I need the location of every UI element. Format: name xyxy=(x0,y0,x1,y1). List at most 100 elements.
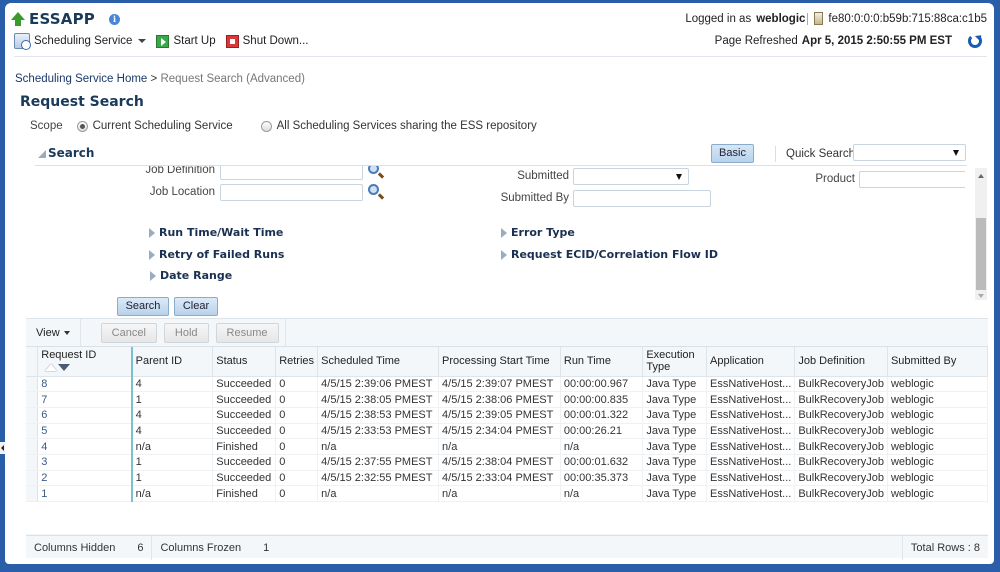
cell-job-definition: BulkRecoveryJob xyxy=(794,470,888,487)
cell-retries: 0 xyxy=(275,376,319,393)
cell-execution-type: Java Type xyxy=(642,470,708,487)
table-row[interactable]: 4 n/a Finished 0 n/a n/a n/a Java Type EssNative… xyxy=(26,438,989,455)
hold-button[interactable]: Hold xyxy=(163,322,209,343)
view-menu[interactable]: View xyxy=(26,319,81,346)
table-row[interactable]: 8 4 Succeeded 0 4/5/15 2:39:06 PMEST 4/5/15 2… xyxy=(26,376,989,393)
search-button[interactable]: Search xyxy=(117,297,169,316)
column-header-status[interactable]: Status xyxy=(212,347,277,377)
cancel-button[interactable]: Cancel xyxy=(100,322,157,343)
run-time-wait-time-toggle[interactable]: Run Time/Wait Time xyxy=(149,226,283,239)
disclosure-label: Error Type xyxy=(511,226,575,239)
scroll-up-icon[interactable] xyxy=(978,174,984,178)
search-panel-toggle[interactable]: Search xyxy=(38,146,94,160)
submitted-by-input[interactable] xyxy=(573,190,711,207)
table-row[interactable]: 6 4 Succeeded 0 4/5/15 2:38:53 PMEST 4/5/15 2… xyxy=(26,407,989,424)
search-icon[interactable] xyxy=(368,184,379,195)
cell-processing-start-time: n/a xyxy=(438,438,561,455)
breadcrumb-home-link[interactable]: Scheduling Service Home xyxy=(15,73,147,85)
cell-parent-id: 1 xyxy=(131,391,214,408)
table-row[interactable]: 1 n/a Finished 0 n/a n/a n/a Java Type EssNative… xyxy=(26,485,989,502)
row-header[interactable] xyxy=(26,454,39,471)
job-location-input[interactable] xyxy=(220,184,363,201)
cell-scheduled-time: 4/5/15 2:39:06 PMEST xyxy=(317,376,440,393)
quick-search-select[interactable] xyxy=(853,144,966,161)
radio-unselected-icon[interactable] xyxy=(260,120,272,132)
form-scrollbar[interactable] xyxy=(975,168,987,300)
column-header-scheduled-time[interactable]: Scheduled Time xyxy=(317,347,440,377)
job-definition-input[interactable] xyxy=(220,166,363,180)
cell-request-id: 4 xyxy=(37,438,133,455)
results-toolbar: View Cancel Hold Resume xyxy=(26,319,988,346)
cell-job-definition: BulkRecoveryJob xyxy=(794,376,888,393)
row-header[interactable] xyxy=(26,423,39,440)
cell-run-time: n/a xyxy=(560,485,644,502)
cell-parent-id: 4 xyxy=(131,407,214,424)
request-ecid-toggle[interactable]: Request ECID/Correlation Flow ID xyxy=(501,248,718,261)
row-header[interactable] xyxy=(26,485,39,502)
cell-request-id: 6 xyxy=(37,407,133,424)
basic-search-button[interactable]: Basic xyxy=(711,144,754,163)
login-info: Logged in as weblogic fe80:0:0:0:b59b:71… xyxy=(685,12,987,25)
error-type-toggle[interactable]: Error Type xyxy=(501,226,575,239)
scope-selector: Scope Current Scheduling Service All Sch… xyxy=(30,120,565,132)
refresh-icon[interactable] xyxy=(968,34,982,48)
product-input[interactable] xyxy=(859,171,965,188)
divider xyxy=(284,319,286,346)
retry-failed-runs-toggle[interactable]: Retry of Failed Runs xyxy=(149,248,284,261)
collapse-triangle-icon xyxy=(38,150,46,158)
username[interactable]: weblogic xyxy=(756,13,805,25)
radio-selected-icon[interactable] xyxy=(76,120,88,132)
view-menu-label: View xyxy=(36,326,60,339)
start-up-button[interactable]: Start Up xyxy=(156,34,216,48)
table-status-bar: Columns Hidden 6 Columns Frozen 1 Total … xyxy=(26,535,988,560)
row-header[interactable] xyxy=(26,376,39,393)
column-header-application[interactable]: Application xyxy=(706,347,796,377)
scroll-down-icon[interactable] xyxy=(978,294,984,298)
column-header-parent-id[interactable]: Parent ID xyxy=(131,347,214,377)
row-header[interactable] xyxy=(26,438,39,455)
search-icon[interactable] xyxy=(368,166,379,174)
scope-all-radio[interactable]: All Scheduling Services sharing the ESS … xyxy=(260,120,537,132)
column-header-processing-start-time[interactable]: Processing Start Time xyxy=(438,347,561,377)
column-header-execution-type[interactable]: Execution Type xyxy=(642,347,708,377)
cell-run-time: 00:00:01.632 xyxy=(560,454,644,471)
row-header[interactable] xyxy=(26,407,39,424)
cell-job-definition: BulkRecoveryJob xyxy=(794,391,888,408)
row-header[interactable] xyxy=(26,470,39,487)
sort-control[interactable] xyxy=(45,363,71,371)
row-header[interactable] xyxy=(26,391,39,408)
table-row[interactable]: 5 4 Succeeded 0 4/5/15 2:33:53 PMEST 4/5/15 2… xyxy=(26,423,989,440)
row-header-corner xyxy=(26,347,39,377)
shut-down-button[interactable]: Shut Down... xyxy=(225,34,308,48)
scope-current-radio[interactable]: Current Scheduling Service xyxy=(76,120,233,132)
column-header-submitted-by[interactable]: Submitted By xyxy=(887,347,989,377)
table-row[interactable]: 7 1 Succeeded 0 4/5/15 2:38:05 PMEST 4/5/15 2… xyxy=(26,391,989,408)
date-range-toggle[interactable]: Date Range xyxy=(150,269,232,282)
cell-run-time: 00:00:00.967 xyxy=(560,376,644,393)
columns-hidden-label: Columns Hidden xyxy=(34,541,116,554)
resume-button[interactable]: Resume xyxy=(215,322,279,343)
cell-request-id: 5 xyxy=(37,423,133,440)
sort-descending-icon[interactable] xyxy=(58,363,71,371)
scheduling-service-menu[interactable]: Scheduling Service xyxy=(14,33,147,50)
cell-request-id: 7 xyxy=(37,391,133,408)
column-header-retries[interactable]: Retries xyxy=(275,347,319,377)
cell-job-definition: BulkRecoveryJob xyxy=(794,454,888,471)
cell-submitted-by: weblogic xyxy=(887,407,989,424)
cell-scheduled-time: 4/5/15 2:37:55 PMEST xyxy=(317,454,440,471)
scroll-thumb[interactable] xyxy=(976,218,986,290)
clear-button[interactable]: Clear xyxy=(174,297,218,316)
column-header-run-time[interactable]: Run Time xyxy=(560,347,644,377)
submitted-select[interactable] xyxy=(573,168,689,185)
table-row[interactable]: 2 1 Succeeded 0 4/5/15 2:32:55 PMEST 4/5/15 2… xyxy=(26,470,989,487)
columns-hidden[interactable]: Columns Hidden 6 xyxy=(26,536,151,560)
column-header-job-definition[interactable]: Job Definition xyxy=(794,347,888,377)
cell-execution-type: Java Type xyxy=(642,391,708,408)
disclosure-label: Request ECID/Correlation Flow ID xyxy=(511,248,718,261)
table-row[interactable]: 3 1 Succeeded 0 4/5/15 2:37:55 PMEST 4/5/15 2… xyxy=(26,454,989,471)
column-header-request-id[interactable]: Request ID xyxy=(37,347,133,377)
divider xyxy=(775,146,776,162)
info-icon[interactable]: i xyxy=(108,13,120,25)
sort-ascending-icon[interactable] xyxy=(45,363,58,371)
chevron-down-icon xyxy=(138,39,147,43)
